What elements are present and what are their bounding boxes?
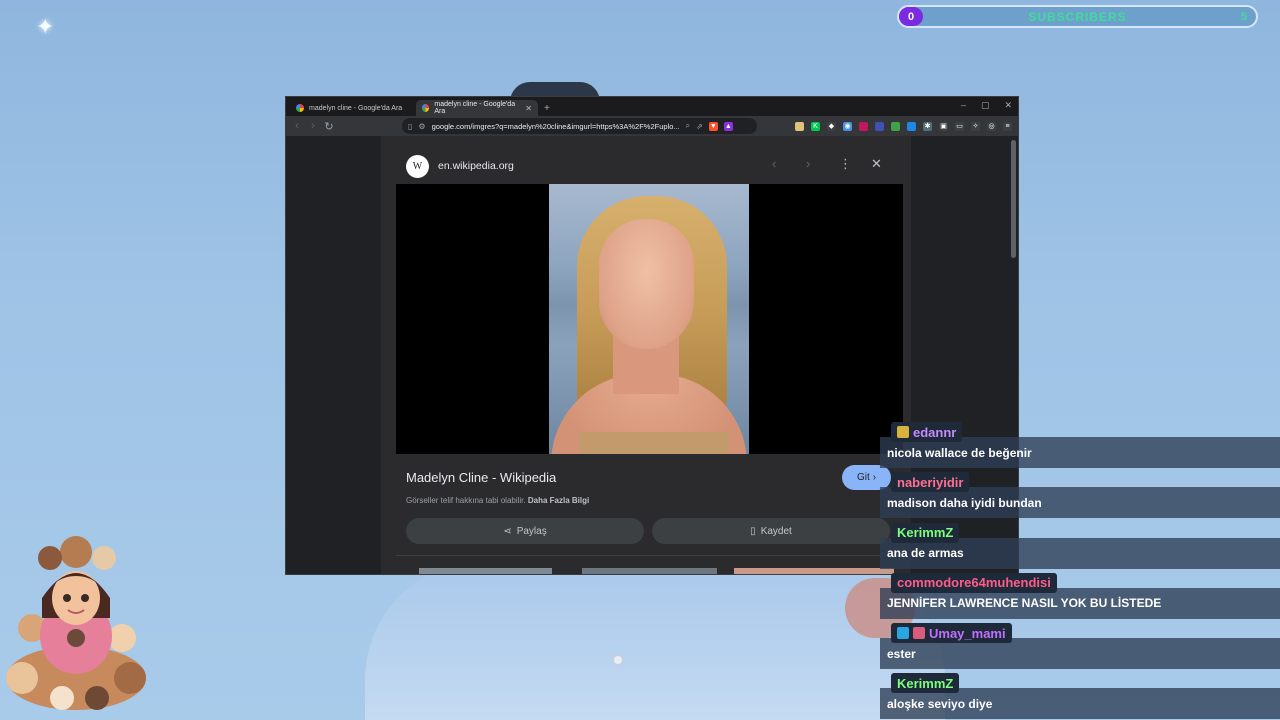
extension-icon[interactable] [891, 121, 900, 131]
chat-username-text: commodore64muhendisi [897, 575, 1051, 591]
extension-icon[interactable] [859, 121, 868, 131]
chat-message: ester Umay_mami [880, 623, 1280, 673]
chat-message: JENNİFER LAWRENCE NASIL YOK BU LİSTEDE c… [880, 572, 1280, 623]
window-controls: – ▢ ✕ [961, 100, 1012, 111]
address-bar[interactable]: ▯ ⚙ google.com/imgres?q=madelyn%20cline&… [402, 118, 757, 134]
share-button[interactable]: ⋖ Paylaş [406, 518, 644, 544]
chat-username: naberiyidir [891, 472, 970, 493]
google-favicon-icon [296, 104, 304, 112]
google-favicon-icon [422, 104, 430, 112]
chat-message: ana de armas KerimmZ [880, 522, 1280, 573]
kick-extension-icon[interactable]: K [811, 121, 820, 131]
leo-ai-icon[interactable]: ✧ [971, 121, 980, 131]
panel-header: W en.wikipedia.org ‹ › ⋮ ✕ [381, 136, 911, 186]
subscriber-goal-bar: 0 SUBSCRIBERS 5 [897, 5, 1258, 28]
chat-username: commodore64muhendisi [891, 572, 1057, 593]
photo-dress [579, 432, 729, 454]
brave-rewards-icon[interactable]: ▲ [723, 121, 733, 131]
tab-title: madelyn cline - Google'da Ara [434, 101, 516, 115]
screenshot-icon[interactable]: ▣ [939, 121, 948, 131]
chat-message: madison daha iyidi bundan naberiyidir [880, 472, 1280, 522]
window-close-button[interactable]: ✕ [1004, 100, 1012, 111]
sparkle-icon: ✦ [36, 14, 55, 39]
page-scrollbar[interactable] [1011, 140, 1016, 258]
related-image-thumbnail[interactable] [582, 568, 717, 574]
menu-icon[interactable]: ≡ [1003, 121, 1012, 131]
bookmark-icon[interactable]: ▯ [408, 122, 412, 131]
bookmark-icon: ▯ [750, 525, 756, 537]
chevron-right-icon: › [872, 472, 877, 483]
chat-username-text: naberiyidir [897, 474, 964, 490]
shirt-button [612, 654, 624, 666]
extension-icon[interactable]: ◆ [827, 121, 836, 131]
visit-label: Git [856, 472, 870, 483]
save-label: Kaydet [760, 525, 792, 537]
maximize-button[interactable]: ▢ [981, 100, 990, 111]
photo-face [599, 219, 694, 349]
chat-username-text: KerimmZ [897, 675, 954, 691]
next-image-icon[interactable]: › [806, 156, 810, 171]
browser-toolbar: ‹ › ↻ ▯ ⚙ google.com/imgres?q=madelyn%20… [286, 116, 1018, 136]
zoom-icon[interactable]: ⌕ [686, 121, 690, 131]
more-options-icon[interactable]: ⋮ [839, 156, 852, 172]
chat-message: aloşke seviyo diye KerimmZ [880, 673, 1280, 720]
extensions-row: K ◆ ◉ ✱ ▣ ▭ ✧ ◎ ≡ [795, 121, 1012, 131]
chat-username-text: edannr [913, 424, 957, 440]
result-title[interactable]: Madelyn Cline - Wikipedia [406, 470, 556, 485]
streamer-avatar [6, 536, 146, 710]
chat-username: edannr [891, 422, 963, 442]
puzzle-icon[interactable]: ✱ [923, 121, 932, 131]
chat-username: KerimmZ [891, 522, 960, 543]
save-button[interactable]: ▯ Kaydet [652, 518, 890, 544]
extension-icon[interactable] [875, 121, 884, 131]
emote-badge-icon [913, 627, 925, 640]
subscriber-label: SUBSCRIBERS [1028, 9, 1127, 24]
chat-username: KerimmZ [891, 673, 960, 694]
share-label: Paylaş [516, 525, 547, 537]
share-icon: ⋖ [503, 525, 512, 537]
share-icon[interactable]: ⇗ [696, 122, 703, 131]
tab-search-2[interactable]: madelyn cline - Google'da Ara ✕ [416, 100, 538, 116]
wallet-icon[interactable]: ▭ [955, 121, 964, 131]
brave-shield-icon[interactable]: ▼ [708, 121, 718, 131]
image-stage [396, 184, 903, 454]
site-info-icon[interactable]: ⚙ [418, 122, 425, 131]
divider [396, 555, 901, 556]
tab-close-icon[interactable]: ✕ [525, 104, 532, 113]
chat-overlay: nicola wallace de beğenir edannr madison… [880, 422, 1280, 720]
tab-title: madelyn cline - Google'da Ara [309, 104, 403, 112]
chat-username: Umay_mami [891, 623, 1012, 644]
chat-message: nicola wallace de beğenir edannr [880, 422, 1280, 472]
wikipedia-logo-icon: W [406, 155, 429, 178]
close-icon[interactable]: ✕ [871, 156, 882, 172]
minimize-button[interactable]: – [961, 100, 966, 111]
related-image-thumbnail[interactable] [419, 568, 552, 574]
related-image-thumbnail[interactable] [734, 568, 894, 574]
tab-strip: madelyn cline - Google'da Ara madelyn cl… [286, 97, 1018, 116]
forward-arrow-icon[interactable]: › [308, 120, 318, 132]
extension-icon[interactable] [795, 121, 804, 131]
copyright-text: Görseller telif hakkına tabi olabilir. [406, 496, 526, 505]
previous-image-icon[interactable]: ‹ [772, 156, 776, 171]
image-preview-panel: W en.wikipedia.org ‹ › ⋮ ✕ Madelyn Cline… [381, 136, 911, 574]
extension-icon[interactable]: ◉ [843, 121, 852, 131]
chat-username-text: Umay_mami [929, 625, 1006, 641]
extension-icon[interactable] [907, 121, 916, 131]
source-domain[interactable]: en.wikipedia.org [438, 160, 514, 172]
copyright-notice: Görseller telif hakkına tabi olabilir. D… [406, 496, 589, 505]
cube-badge-icon [897, 627, 909, 640]
tab-search-1[interactable]: madelyn cline - Google'da Ara [290, 100, 412, 116]
subscriber-goal: 5 [1240, 10, 1247, 23]
back-arrow-icon[interactable]: ‹ [292, 120, 302, 132]
more-info-link[interactable]: Daha Fazla Bilgi [528, 496, 589, 505]
preview-photo[interactable] [549, 184, 749, 454]
trophy-badge-icon [897, 426, 909, 438]
reload-icon[interactable]: ↻ [324, 120, 334, 133]
url-text: google.com/imgres?q=madelyn%20cline&imgu… [431, 121, 680, 131]
chat-username-text: KerimmZ [897, 525, 954, 541]
chat-message-text: aloşke seviyo diye [880, 688, 1280, 720]
vpn-icon[interactable]: ◎ [987, 121, 996, 131]
new-tab-button[interactable]: + [544, 103, 550, 114]
